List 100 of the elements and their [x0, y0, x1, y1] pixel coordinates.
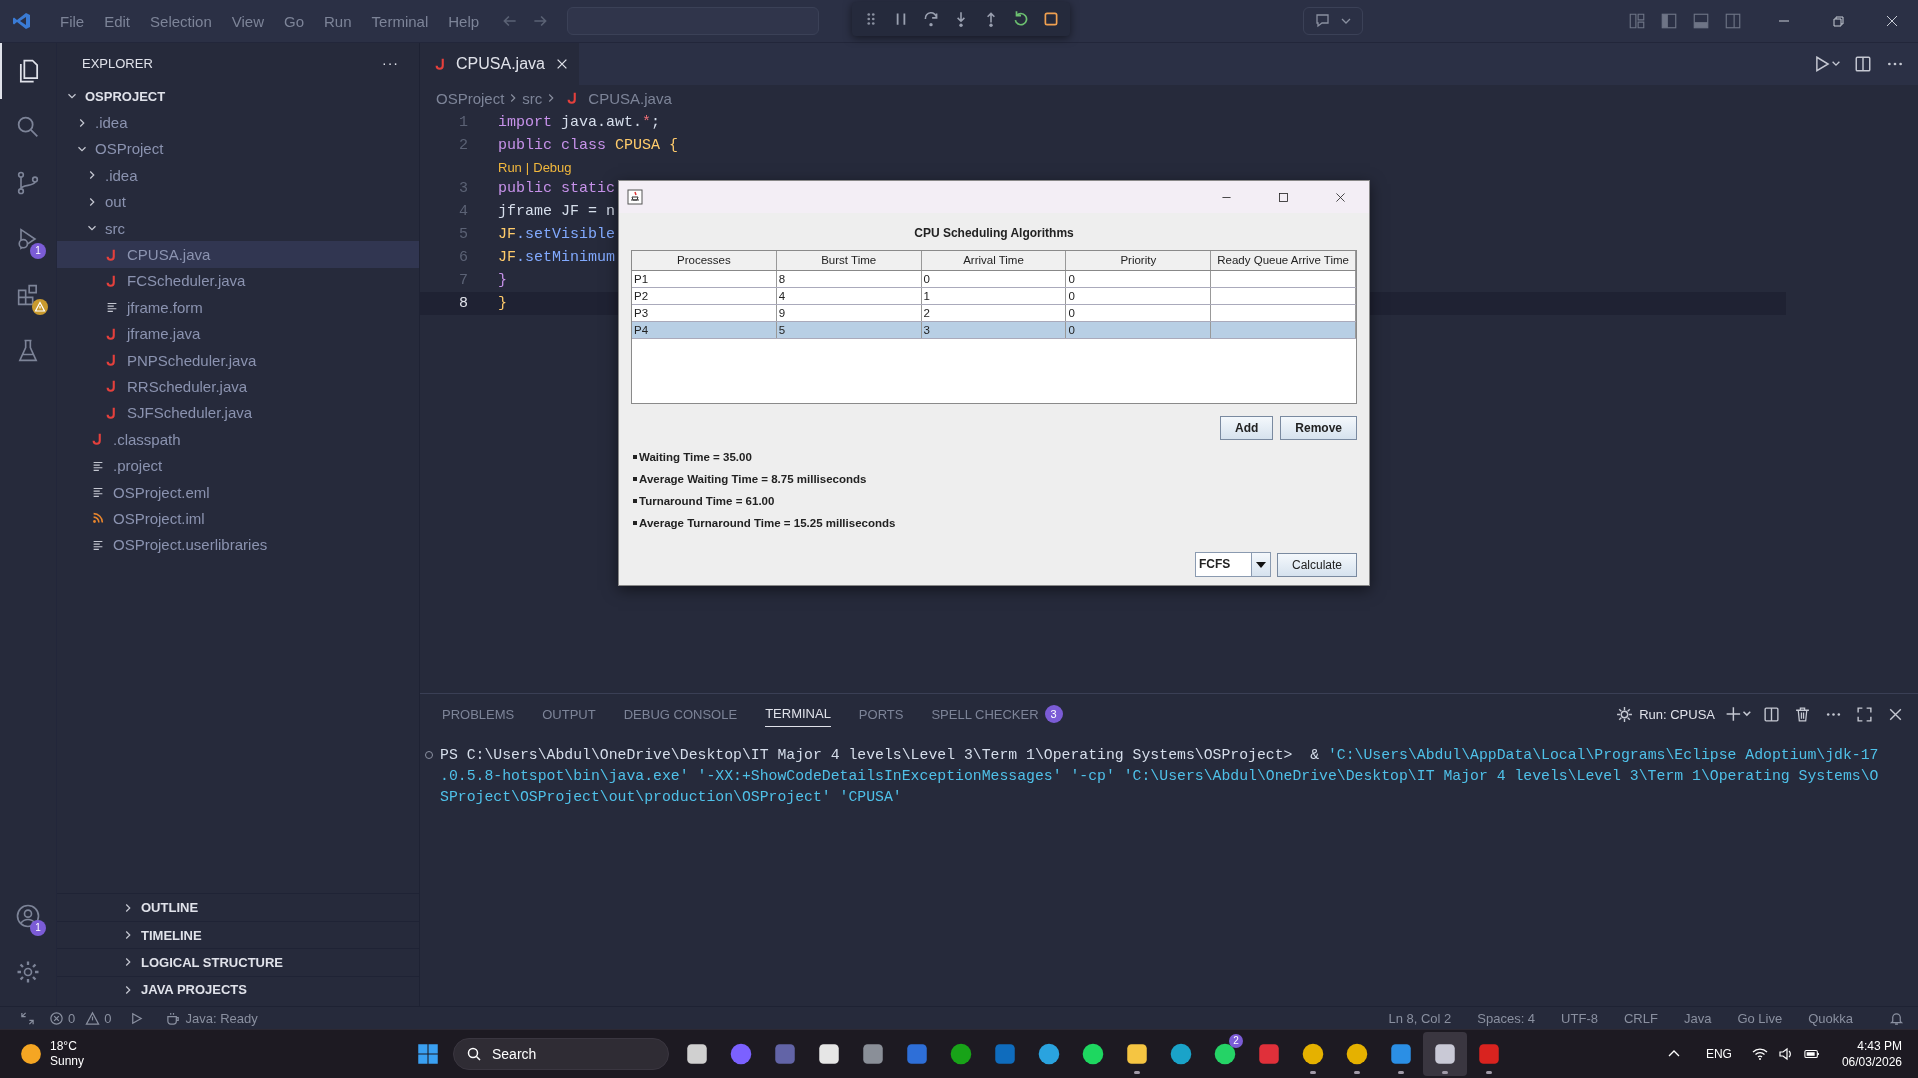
- split-terminal-icon[interactable]: [1763, 705, 1780, 723]
- trash-icon[interactable]: [1794, 705, 1811, 723]
- file-tree-item[interactable]: .idea: [57, 109, 419, 136]
- file-tree-item[interactable]: jframe.form: [57, 294, 419, 321]
- section-header[interactable]: TIMELINE: [141, 927, 202, 943]
- restart-icon[interactable]: [1012, 10, 1030, 28]
- menu-item[interactable]: View: [221, 12, 274, 30]
- panel-tab[interactable]: SPELL CHECKER: [931, 701, 1039, 727]
- add-terminal-icon[interactable]: [1725, 705, 1753, 723]
- file-tree-item[interactable]: OSProject.userlibraries: [57, 531, 419, 559]
- panel-tab[interactable]: PORTS: [858, 701, 904, 727]
- status-item[interactable]: Quokka: [1808, 1010, 1853, 1026]
- panel-tab[interactable]: OUTPUT: [542, 701, 596, 727]
- result-text: Average Turnaround Time = 15.25 milliseconds: [639, 517, 896, 529]
- file-tree-item[interactable]: OSProject: [57, 135, 419, 163]
- menu-item[interactable]: Help: [438, 12, 490, 30]
- status-item[interactable]: CRLF: [1623, 1010, 1658, 1026]
- column-header[interactable]: Burst Time: [776, 251, 922, 270]
- status-item[interactable]: Java: [1683, 1010, 1712, 1026]
- file-tree-item[interactable]: .project: [57, 452, 419, 479]
- bell-icon[interactable]: [1889, 1010, 1904, 1026]
- taskbar-search-field[interactable]: Search: [453, 1038, 669, 1070]
- section-header[interactable]: OUTLINE: [141, 900, 199, 916]
- step-over-icon[interactable]: [922, 10, 940, 28]
- codelens-link[interactable]: Run: [498, 159, 522, 175]
- taskbar-button[interactable]: [1423, 1032, 1467, 1076]
- caret-icon: [1341, 17, 1352, 25]
- algorithm-dropdown[interactable]: FCFS: [1194, 552, 1271, 577]
- more-actions-button[interactable]: ···: [382, 55, 399, 71]
- account-icon[interactable]: [14, 902, 42, 930]
- windows-start-icon[interactable]: [415, 1041, 441, 1067]
- file-tree-item[interactable]: CPUSA.java: [57, 241, 419, 268]
- layout-icon[interactable]: [1628, 12, 1646, 30]
- panel-tab[interactable]: TERMINAL: [765, 701, 831, 727]
- status-item[interactable]: Ln 8, Col 2: [1388, 1010, 1452, 1026]
- language-indicator[interactable]: ENG: [1705, 1047, 1732, 1061]
- file-tree-item[interactable]: PNPScheduler.java: [57, 346, 419, 374]
- split-layout-icon[interactable]: [1724, 12, 1742, 30]
- column-header[interactable]: Priority: [1066, 251, 1212, 270]
- maximize-icon[interactable]: [1277, 190, 1290, 204]
- file-tree-item[interactable]: src: [57, 214, 419, 242]
- file-tree-item[interactable]: .classpath: [57, 426, 419, 453]
- table-cell: 8: [776, 271, 922, 287]
- file-tree-item[interactable]: OSPROJECT: [57, 83, 419, 110]
- table-row[interactable]: P2 4 1 0: [632, 288, 1356, 305]
- column-header[interactable]: Ready Queue Arrive Time: [1211, 251, 1356, 270]
- status-item[interactable]: Spaces: 4: [1477, 1010, 1536, 1026]
- panel-tab[interactable]: PROBLEMS: [442, 701, 515, 727]
- close-icon[interactable]: [1334, 190, 1347, 204]
- table-row[interactable]: P1 8 0 0: [632, 271, 1356, 288]
- menu-item[interactable]: Edit: [94, 12, 141, 30]
- terminal-line: .0.5.8-hotspot\bin\java.exe' '-XX:+ShowCodeDetailsInExceptionMessages' '-cp' 'C:\Users\Abdul\OneDrive\Desktop\IT Major 4 levels\Level 3\Term 1\Operating Systems\O: [440, 767, 1879, 784]
- wifi-icon[interactable]: [1751, 1046, 1768, 1062]
- panel-tab[interactable]: DEBUG CONSOLE: [623, 701, 738, 727]
- speaker-icon[interactable]: [1777, 1046, 1794, 1062]
- file-tree-item[interactable]: SJFScheduler.java: [57, 399, 419, 427]
- menu-item[interactable]: Selection: [140, 12, 222, 30]
- column-header[interactable]: Processes: [632, 251, 777, 270]
- calculate-button[interactable]: Calculate: [1276, 552, 1357, 577]
- panel-toggle-icon[interactable]: [1692, 12, 1710, 30]
- terminal-selector[interactable]: Run: CPUSA: [1639, 706, 1715, 722]
- status-item[interactable]: Go Live: [1737, 1010, 1783, 1026]
- file-tree-item[interactable]: out: [57, 188, 419, 215]
- column-header[interactable]: Arrival Time: [921, 251, 1067, 270]
- stop-icon[interactable]: [1042, 10, 1060, 28]
- maximize-panel-icon[interactable]: [1856, 705, 1873, 723]
- debug-icon[interactable]: [129, 1010, 145, 1026]
- section-header[interactable]: JAVA PROJECTS: [141, 982, 247, 998]
- close-icon[interactable]: [1884, 13, 1900, 29]
- file-tree-item[interactable]: .idea: [57, 162, 419, 189]
- remove-button[interactable]: Remove: [1280, 416, 1357, 440]
- split-editor-icon[interactable]: [1854, 55, 1872, 73]
- menu-item[interactable]: Go: [274, 12, 314, 30]
- taskbar-button[interactable]: 2: [1203, 1032, 1247, 1076]
- file-tree-item[interactable]: jframe.java: [57, 320, 419, 347]
- file-tree-item[interactable]: OSProject.eml: [57, 478, 419, 506]
- chat-button[interactable]: [1303, 7, 1364, 35]
- codelens-link[interactable]: Debug: [533, 159, 572, 175]
- clock-date[interactable]: 06/03/2026: [1841, 1054, 1902, 1070]
- breadcrumb-item[interactable]: src: [522, 89, 543, 107]
- restore-icon[interactable]: [1830, 13, 1846, 29]
- error-count[interactable]: 0: [68, 1010, 76, 1026]
- bullet-icon: [633, 477, 637, 481]
- file-tree-item[interactable]: OSProject.iml: [57, 505, 419, 532]
- java-status[interactable]: Java: Ready: [185, 1010, 258, 1026]
- clock-time[interactable]: 4:43 PM: [1857, 1038, 1902, 1054]
- menu-item[interactable]: Run: [314, 12, 362, 30]
- breadcrumb-item[interactable]: OSProject: [436, 89, 505, 107]
- section-header[interactable]: LOGICAL STRUCTURE: [141, 954, 284, 970]
- add-button[interactable]: Add: [1220, 416, 1274, 440]
- file-tree-item[interactable]: FCScheduler.java: [57, 267, 419, 295]
- menu-item[interactable]: Terminal: [361, 12, 439, 30]
- breadcrumb-item[interactable]: CPUSA.java: [588, 89, 672, 107]
- warning-count[interactable]: 0: [104, 1010, 112, 1026]
- status-item[interactable]: UTF-8: [1561, 1010, 1598, 1026]
- file-tree-item[interactable]: RRScheduler.java: [57, 373, 419, 400]
- table-row[interactable]: P4 5 3 0: [632, 322, 1356, 339]
- remote-icon[interactable]: [20, 1010, 35, 1026]
- sidebar-toggle-icon[interactable]: [1660, 12, 1678, 30]
- menu-item[interactable]: File: [50, 12, 95, 30]
